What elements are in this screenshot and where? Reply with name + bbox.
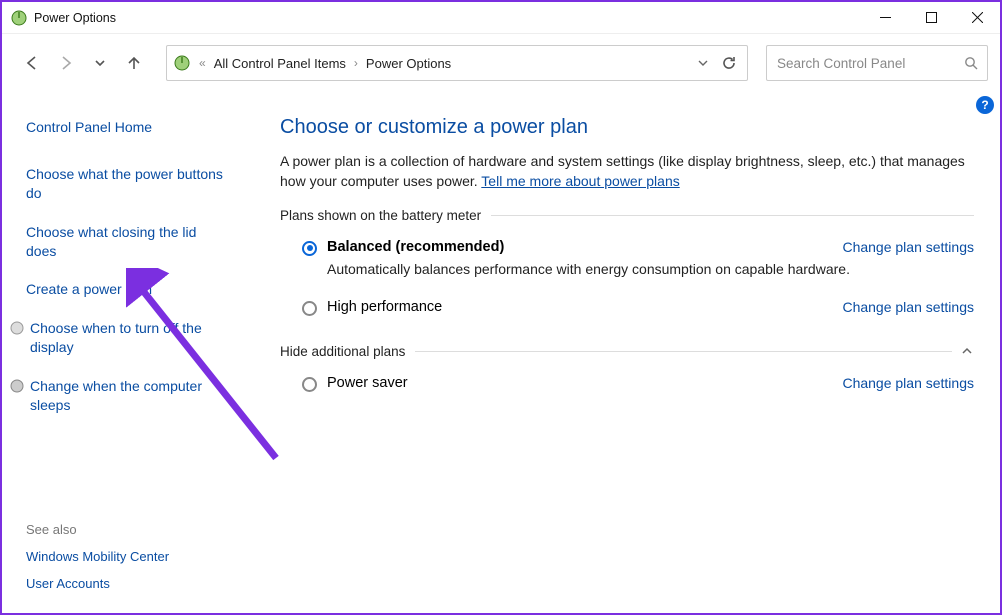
plans-shown-label: Plans shown on the battery meter: [280, 208, 481, 223]
divider: [491, 215, 974, 216]
breadcrumb-item[interactable]: All Control Panel Items: [214, 56, 346, 71]
sidebar-item-label: Choose when to turn off the display: [30, 319, 210, 357]
breadcrumb-chevron-icon: «: [199, 56, 206, 70]
window-controls: [862, 3, 1000, 33]
plan-radio-balanced[interactable]: [302, 241, 317, 256]
recent-locations-button[interactable]: [86, 49, 114, 77]
plan-name: Power saver: [327, 375, 408, 391]
sidebar-item-label: Change when the computer sleeps: [30, 377, 210, 415]
plan-description: Automatically balances performance with …: [327, 261, 974, 277]
control-panel-home-link[interactable]: Control Panel Home: [26, 118, 226, 137]
sidebar-link-change-sleep[interactable]: Change when the computer sleeps: [10, 377, 210, 415]
search-box[interactable]: [766, 45, 988, 81]
power-options-icon: [10, 9, 28, 27]
plan-balanced: Balanced (recommended) Change plan setti…: [280, 235, 974, 295]
page-description: A power plan is a collection of hardware…: [280, 151, 974, 192]
plan-name: Balanced (recommended): [327, 239, 504, 255]
maximize-button[interactable]: [908, 3, 954, 33]
tell-me-more-link[interactable]: Tell me more about power plans: [481, 173, 679, 189]
close-button[interactable]: [954, 3, 1000, 33]
minimize-button[interactable]: [862, 3, 908, 33]
search-input[interactable]: [777, 56, 947, 71]
hide-additional-plans-section[interactable]: Hide additional plans: [280, 344, 974, 359]
up-button[interactable]: [120, 49, 148, 77]
titlebar: Power Options: [2, 2, 1000, 34]
sidebar-link-power-buttons[interactable]: Choose what the power buttons do: [26, 165, 226, 203]
sidebar-link-close-lid[interactable]: Choose what closing the lid does: [26, 223, 226, 261]
plan-radio-high-performance[interactable]: [302, 301, 317, 316]
back-button[interactable]: [18, 49, 46, 77]
refresh-button[interactable]: [721, 55, 737, 71]
plan-radio-power-saver[interactable]: [302, 377, 317, 392]
power-options-icon: [173, 54, 191, 72]
see-also-mobility-link[interactable]: Windows Mobility Center: [26, 549, 246, 564]
plan-power-saver: Power saver Change plan settings: [280, 371, 974, 410]
sidebar-link-create-plan[interactable]: Create a power plan: [26, 280, 226, 299]
breadcrumb-chevron-icon: ›: [354, 56, 358, 70]
breadcrumb-item[interactable]: Power Options: [366, 56, 451, 71]
divider: [415, 351, 952, 352]
help-icon[interactable]: ?: [976, 96, 994, 114]
sidebar-link-turn-off-display[interactable]: Choose when to turn off the display: [10, 319, 210, 357]
toolbar: « All Control Panel Items › Power Option…: [2, 34, 1000, 92]
sidebar: Control Panel Home Choose what the power…: [2, 92, 262, 613]
see-also-section: See also Windows Mobility Center User Ac…: [26, 522, 246, 603]
sleep-icon: [10, 379, 24, 393]
change-plan-settings-link[interactable]: Change plan settings: [842, 299, 974, 315]
forward-button[interactable]: [52, 49, 80, 77]
plan-high-performance: High performance Change plan settings: [280, 295, 974, 334]
address-bar[interactable]: « All Control Panel Items › Power Option…: [166, 45, 748, 81]
chevron-up-icon[interactable]: [960, 344, 974, 358]
search-icon: [964, 56, 979, 71]
see-also-heading: See also: [26, 522, 246, 537]
main-panel: ? Choose or customize a power plan A pow…: [262, 92, 1000, 613]
window-title: Power Options: [34, 11, 116, 25]
plan-name: High performance: [327, 299, 442, 315]
see-also-user-accounts-link[interactable]: User Accounts: [26, 576, 246, 591]
hide-additional-label: Hide additional plans: [280, 344, 405, 359]
change-plan-settings-link[interactable]: Change plan settings: [842, 375, 974, 391]
change-plan-settings-link[interactable]: Change plan settings: [842, 239, 974, 255]
address-dropdown-icon[interactable]: [697, 57, 709, 69]
display-icon: [10, 321, 24, 335]
page-title: Choose or customize a power plan: [280, 116, 974, 139]
plans-shown-section: Plans shown on the battery meter: [280, 208, 974, 223]
